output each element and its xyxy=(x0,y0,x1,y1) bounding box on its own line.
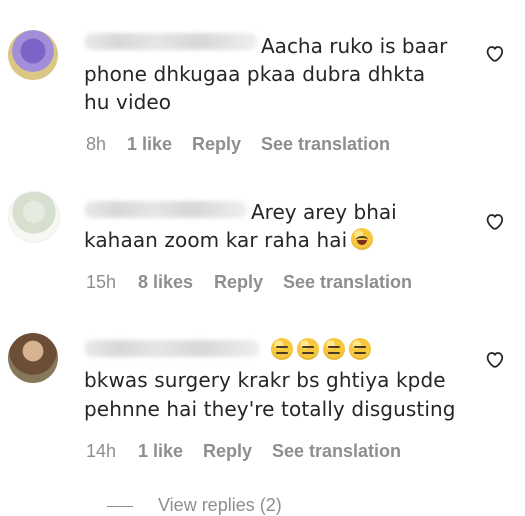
heart-icon[interactable] xyxy=(483,210,505,232)
comment-text-line-1: Aacha ruko is baar xyxy=(261,34,448,58)
likes-count[interactable]: 1 like xyxy=(127,134,172,154)
heart-icon[interactable] xyxy=(483,42,505,64)
likes-count[interactable]: 8 likes xyxy=(138,272,193,292)
avatar[interactable] xyxy=(8,333,58,383)
timestamp: 14h xyxy=(86,441,117,461)
username-redacted[interactable] xyxy=(84,33,257,50)
expressionless-emoji-icon xyxy=(323,338,345,360)
reply-button[interactable]: Reply xyxy=(214,272,263,292)
timestamp: 15h xyxy=(86,272,117,292)
emoji-row xyxy=(271,335,375,365)
comment-text-line-3: pehnne hai they're totally disgusting xyxy=(84,397,456,421)
reply-button[interactable]: Reply xyxy=(203,441,252,461)
expressionless-emoji-icon xyxy=(349,338,371,360)
comment-text-line-1: Arey arey bhai xyxy=(251,200,397,224)
reply-button[interactable]: Reply xyxy=(192,134,241,154)
username-redacted[interactable] xyxy=(84,340,260,357)
see-translation-button[interactable]: See translation xyxy=(261,134,390,154)
comment-text-line-2-wrap: kahaan zoom kar raha hai xyxy=(84,225,377,255)
expressionless-emoji-icon xyxy=(271,338,293,360)
timestamp: 8h xyxy=(86,134,107,154)
see-translation-button[interactable]: See translation xyxy=(283,272,412,292)
avatar[interactable] xyxy=(8,30,58,80)
laughing-emoji-icon xyxy=(351,228,374,250)
comment-text-line-3: hu video xyxy=(84,90,172,114)
username-redacted[interactable] xyxy=(84,201,247,218)
view-replies-link[interactable]: View replies (2) xyxy=(158,495,282,516)
comment-meta: 8h 1 like Reply See translation xyxy=(84,134,444,156)
expressionless-emoji-icon xyxy=(297,338,319,360)
view-replies[interactable]: View replies (2) xyxy=(107,495,307,515)
comment-text-line-2: kahaan zoom kar raha hai xyxy=(84,228,348,252)
comment-meta: 15h 8 likes Reply See translation xyxy=(84,272,444,294)
comment-text-line-2: bkwas surgery krakr bs ghtiya kpde xyxy=(84,368,446,392)
comment-meta: 14h 1 like Reply See translation xyxy=(84,441,444,463)
heart-icon[interactable] xyxy=(483,348,505,370)
comment-text-line-2: phone dhkugaa pkaa dubra dhkta xyxy=(84,62,426,86)
see-translation-button[interactable]: See translation xyxy=(272,441,401,461)
reply-divider-line xyxy=(107,506,133,507)
likes-count[interactable]: 1 like xyxy=(138,441,183,461)
avatar[interactable] xyxy=(8,191,60,243)
